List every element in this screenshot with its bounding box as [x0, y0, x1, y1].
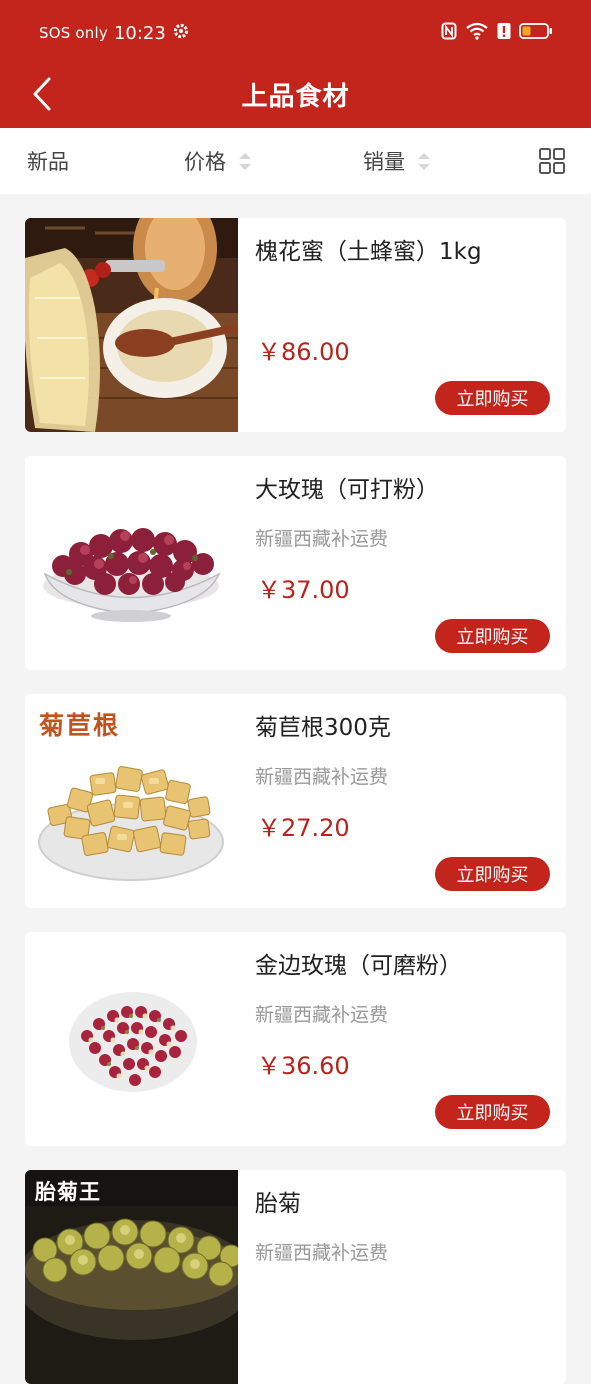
- sort-new-label: 新品: [27, 150, 69, 174]
- image-label: 胎菊王: [35, 1180, 101, 1204]
- product-card[interactable]: 胎菊王 胎菊 新疆西藏补运费: [25, 1170, 566, 1384]
- product-image-chicory: 菊苣根: [25, 694, 238, 908]
- product-card[interactable]: 大玫瑰（可打粉） 新疆西藏补运费 ￥37.00 立即购买: [25, 456, 566, 670]
- status-right: [441, 22, 553, 40]
- product-price: ￥86.00: [257, 338, 350, 366]
- nav-bar: 上品食材: [0, 64, 591, 128]
- wifi-icon: [465, 22, 489, 40]
- product-card[interactable]: 菊苣根 菊苣根300克 新疆西藏补运费 ￥27.20 立即购买: [25, 694, 566, 908]
- gear-icon: [172, 22, 190, 44]
- shipping-note: 新疆西藏补运费: [255, 528, 389, 550]
- sort-bar: 新品 价格 销量: [0, 128, 591, 194]
- sort-sales[interactable]: 销量: [363, 128, 431, 194]
- buy-now-button[interactable]: 立即购买: [435, 857, 550, 891]
- product-name: 胎菊: [255, 1191, 301, 1217]
- battery-icon: [519, 22, 553, 40]
- product-image-honey: [25, 218, 238, 432]
- alert-icon: [497, 22, 511, 40]
- page-title: 上品食材: [241, 82, 350, 112]
- buy-now-button[interactable]: 立即购买: [435, 619, 550, 653]
- product-image-golden-rose: [25, 932, 238, 1146]
- shipping-note: 新疆西藏补运费: [255, 1004, 389, 1026]
- grid-view-icon[interactable]: [538, 147, 566, 175]
- sort-new[interactable]: 新品: [27, 128, 69, 194]
- product-name: 槐花蜜（土蜂蜜）1kg: [255, 239, 482, 265]
- product-card[interactable]: 金边玫瑰（可磨粉） 新疆西藏补运费 ￥36.60 立即购买: [25, 932, 566, 1146]
- product-name: 菊苣根300克: [255, 715, 391, 741]
- carrier-status: SOS only: [39, 24, 108, 42]
- shipping-note: 新疆西藏补运费: [255, 766, 389, 788]
- status-left: SOS only 10:23: [39, 22, 190, 44]
- image-label: 菊苣根: [39, 711, 121, 740]
- product-price: ￥27.20: [257, 814, 350, 842]
- product-name: 金边玫瑰（可磨粉）: [255, 953, 462, 979]
- sort-price[interactable]: 价格: [184, 128, 252, 194]
- product-price: ￥36.60: [257, 1052, 350, 1080]
- sort-sales-label: 销量: [363, 150, 405, 174]
- product-card[interactable]: 槐花蜜（土蜂蜜）1kg ￥86.00 立即购买: [25, 218, 566, 432]
- sort-price-label: 价格: [184, 150, 226, 174]
- product-image-chrysanthemum: 胎菊王: [25, 1170, 238, 1384]
- product-name: 大玫瑰（可打粉）: [255, 477, 439, 503]
- buy-now-button[interactable]: 立即购买: [435, 1095, 550, 1129]
- sort-arrows-icon: [417, 152, 431, 171]
- product-price: ￥37.00: [257, 576, 350, 604]
- header: SOS only 10:23 上品食材: [0, 0, 591, 128]
- clock: 10:23: [113, 22, 166, 44]
- product-image-rose: [25, 456, 238, 670]
- sort-arrows-icon: [238, 152, 252, 171]
- status-bar: SOS only 10:23: [0, 0, 591, 64]
- shipping-note: 新疆西藏补运费: [255, 1242, 389, 1264]
- nfc-icon: [441, 22, 457, 40]
- buy-now-button[interactable]: 立即购买: [435, 381, 550, 415]
